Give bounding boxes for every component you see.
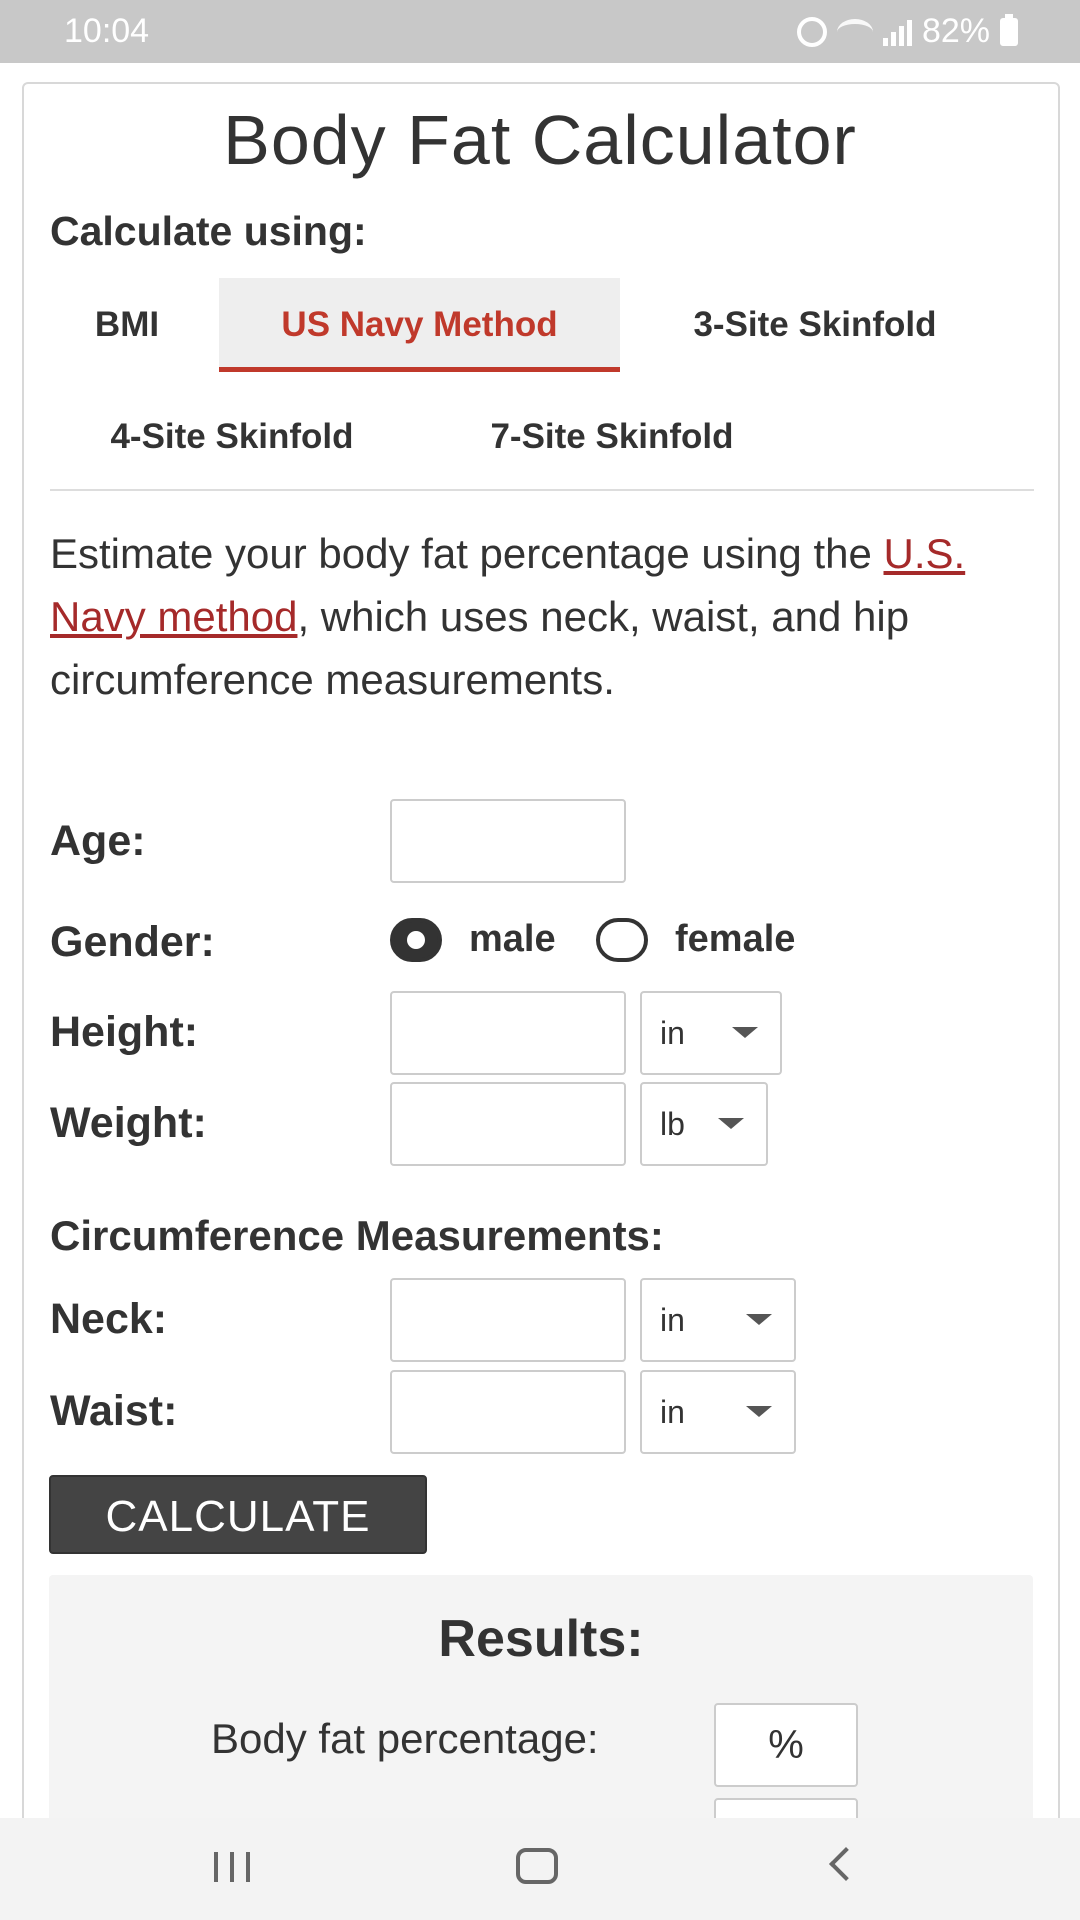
circumference-heading: Circumference Measurements: bbox=[50, 1212, 664, 1259]
tab-bmi[interactable]: BMI bbox=[50, 278, 204, 372]
body-fat-label: Body fat percentage: bbox=[211, 1715, 599, 1762]
navigation-bar bbox=[0, 1818, 1080, 1920]
gender-label: Gender: bbox=[50, 918, 215, 966]
neck-input[interactable] bbox=[390, 1278, 626, 1362]
weight-label: Weight: bbox=[50, 1099, 207, 1147]
tabs-divider bbox=[50, 489, 1034, 491]
chevron-down-icon bbox=[746, 1406, 772, 1417]
height-input[interactable] bbox=[390, 991, 626, 1075]
height-unit-select[interactable]: in bbox=[640, 991, 782, 1075]
chevron-down-icon bbox=[746, 1314, 772, 1325]
signal-icon bbox=[882, 18, 912, 46]
back-icon[interactable] bbox=[829, 1847, 863, 1881]
calculate-using-label: Calculate using: bbox=[50, 208, 367, 254]
waist-input[interactable] bbox=[390, 1370, 626, 1454]
age-label: Age: bbox=[50, 817, 146, 865]
home-icon[interactable] bbox=[516, 1848, 558, 1884]
waist-unit-value: in bbox=[660, 1394, 685, 1430]
alarm-icon bbox=[796, 16, 827, 47]
weight-input[interactable] bbox=[390, 1082, 626, 1166]
status-time: 10:04 bbox=[64, 12, 150, 50]
neck-label: Neck: bbox=[50, 1295, 168, 1343]
female-radio[interactable] bbox=[596, 918, 648, 962]
waist-unit-select[interactable]: in bbox=[640, 1370, 796, 1454]
status-bar: 10:04 82% bbox=[0, 0, 1080, 63]
male-radio[interactable] bbox=[390, 918, 442, 962]
neck-unit-select[interactable]: in bbox=[640, 1278, 796, 1362]
calculate-button[interactable]: CALCULATE bbox=[49, 1475, 427, 1554]
tab-4-site-skinfold[interactable]: 4-Site Skinfold bbox=[50, 390, 414, 484]
chevron-down-icon bbox=[732, 1027, 758, 1038]
neck-unit-value: in bbox=[660, 1302, 685, 1338]
battery-icon bbox=[1000, 13, 1018, 46]
age-input[interactable] bbox=[390, 799, 626, 883]
tab-3-site-skinfold[interactable]: 3-Site Skinfold bbox=[640, 278, 990, 372]
weight-unit-value: lb bbox=[660, 1106, 685, 1142]
male-radio-label[interactable]: male bbox=[469, 918, 556, 961]
waist-label: Waist: bbox=[50, 1387, 178, 1435]
recent-apps-icon[interactable] bbox=[214, 1852, 250, 1882]
weight-unit-select[interactable]: lb bbox=[640, 1082, 768, 1166]
tab-us-navy-method[interactable]: US Navy Method bbox=[219, 278, 620, 372]
chevron-down-icon bbox=[718, 1118, 744, 1129]
method-description: Estimate your body fat percentage using … bbox=[50, 522, 1040, 711]
wifi-icon bbox=[836, 18, 873, 45]
height-label: Height: bbox=[50, 1008, 199, 1056]
description-text: Estimate your body fat percentage using … bbox=[50, 530, 884, 577]
status-icons: 82% bbox=[796, 12, 1018, 51]
tab-7-site-skinfold[interactable]: 7-Site Skinfold bbox=[432, 390, 792, 484]
height-unit-value: in bbox=[660, 1015, 685, 1051]
female-radio-label[interactable]: female bbox=[675, 918, 795, 961]
body-fat-output: % bbox=[714, 1703, 858, 1787]
page-title: Body Fat Calculator bbox=[223, 101, 857, 179]
battery-percent: 82% bbox=[921, 12, 990, 50]
results-title: Results: bbox=[438, 1610, 644, 1668]
